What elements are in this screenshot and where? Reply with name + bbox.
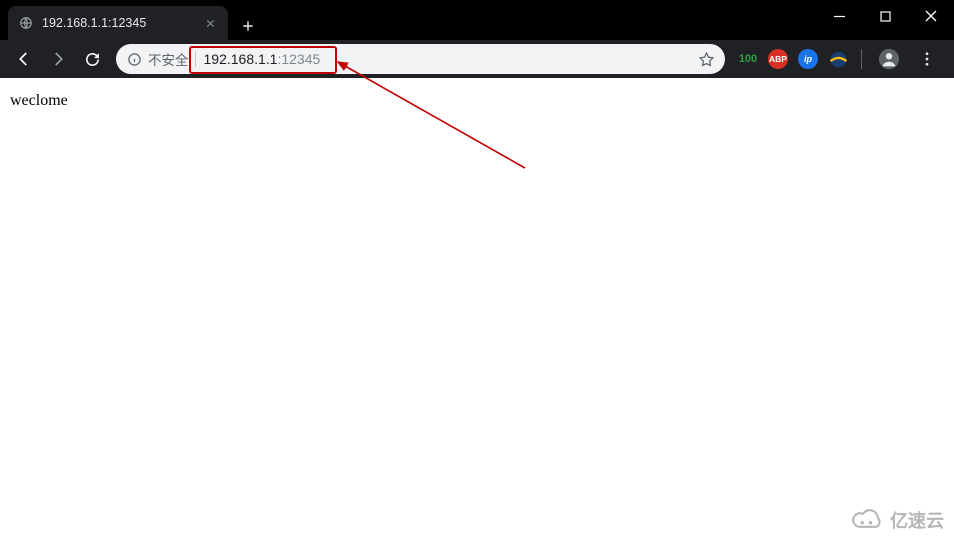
ip-extension-label: ip: [798, 49, 818, 69]
ip-extension-icon[interactable]: ip: [797, 48, 819, 70]
watermark: 亿速云: [850, 507, 944, 533]
close-tab-icon[interactable]: [202, 15, 218, 31]
maximize-button[interactable]: [862, 0, 908, 32]
titlebar-spacer: [262, 0, 816, 40]
close-window-button[interactable]: [908, 0, 954, 32]
cloud-icon: [850, 509, 884, 531]
separator: [861, 49, 862, 69]
window-controls: [816, 0, 954, 40]
kebab-menu-icon[interactable]: [912, 44, 942, 74]
tab-title: 192.168.1.1:12345: [42, 16, 194, 30]
extension-area: 100 ABP ip: [733, 44, 946, 74]
tab-strip: 192.168.1.1:12345: [0, 0, 262, 40]
url-port: :12345: [277, 51, 320, 67]
new-tab-button[interactable]: [234, 12, 262, 40]
info-icon[interactable]: [126, 51, 142, 67]
url-text: 192.168.1.1:12345: [204, 51, 321, 67]
browser-tab[interactable]: 192.168.1.1:12345: [8, 6, 228, 40]
profile-button[interactable]: [874, 44, 904, 74]
minimize-button[interactable]: [816, 0, 862, 32]
abp-extension-label: ABP: [768, 49, 788, 69]
window-titlebar: 192.168.1.1:12345: [0, 0, 954, 40]
browser-toolbar: 不安全 192.168.1.1:12345 100 ABP ip: [0, 40, 954, 78]
back-button[interactable]: [8, 43, 40, 75]
reload-button[interactable]: [76, 43, 108, 75]
address-bar[interactable]: 不安全 192.168.1.1:12345: [116, 44, 725, 74]
security-status: 不安全: [148, 49, 189, 69]
separator: [195, 51, 196, 67]
watermark-text: 亿速云: [890, 507, 944, 533]
forward-button[interactable]: [42, 43, 74, 75]
page-content: weclome: [0, 78, 954, 124]
extension-icon-1[interactable]: 100: [737, 48, 759, 70]
abp-extension-icon[interactable]: ABP: [767, 48, 789, 70]
globe-icon: [18, 15, 34, 31]
extension-icon-4[interactable]: [827, 48, 849, 70]
bookmark-star-icon[interactable]: [697, 50, 715, 68]
page-body-text: weclome: [10, 92, 68, 109]
url-host: 192.168.1.1: [204, 51, 278, 67]
